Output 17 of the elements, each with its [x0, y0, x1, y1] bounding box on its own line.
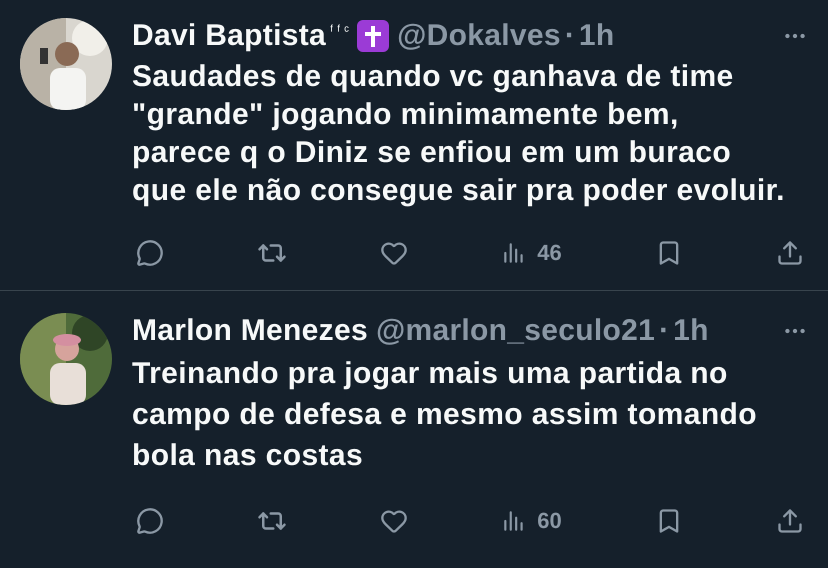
tweet-text: Saudades de quando vc ganhava de time "grande" jogando minimamente bem, parece q o Diniz se enfiou em um buraco que ele não consegue sair pra poder evoluir. — [132, 59, 786, 209]
separator: · — [659, 314, 670, 348]
name-suffix: ᶠ ᶠ ᶜ — [330, 22, 350, 38]
author-handle[interactable]: @marlon_seculo21 — [376, 314, 656, 348]
author-handle[interactable]: @Dokalves — [397, 19, 561, 53]
reply-button[interactable] — [136, 239, 164, 267]
timestamp[interactable]: 1h — [673, 314, 709, 348]
tweet-text: Treinando pra jogar mais uma partida no campo de defesa e mesmo assim tomando bola nas costas — [132, 356, 758, 474]
author-name[interactable]: Davi Baptista — [132, 19, 326, 53]
views-button[interactable]: 46 — [501, 240, 562, 266]
author-name[interactable]: Marlon Menezes — [132, 314, 368, 348]
reply-button[interactable] — [136, 507, 164, 535]
share-button[interactable] — [776, 507, 804, 535]
timestamp[interactable]: 1h — [578, 19, 614, 53]
separator: · — [564, 19, 575, 53]
views-button[interactable]: 60 — [501, 508, 562, 534]
share-button[interactable] — [776, 239, 804, 267]
